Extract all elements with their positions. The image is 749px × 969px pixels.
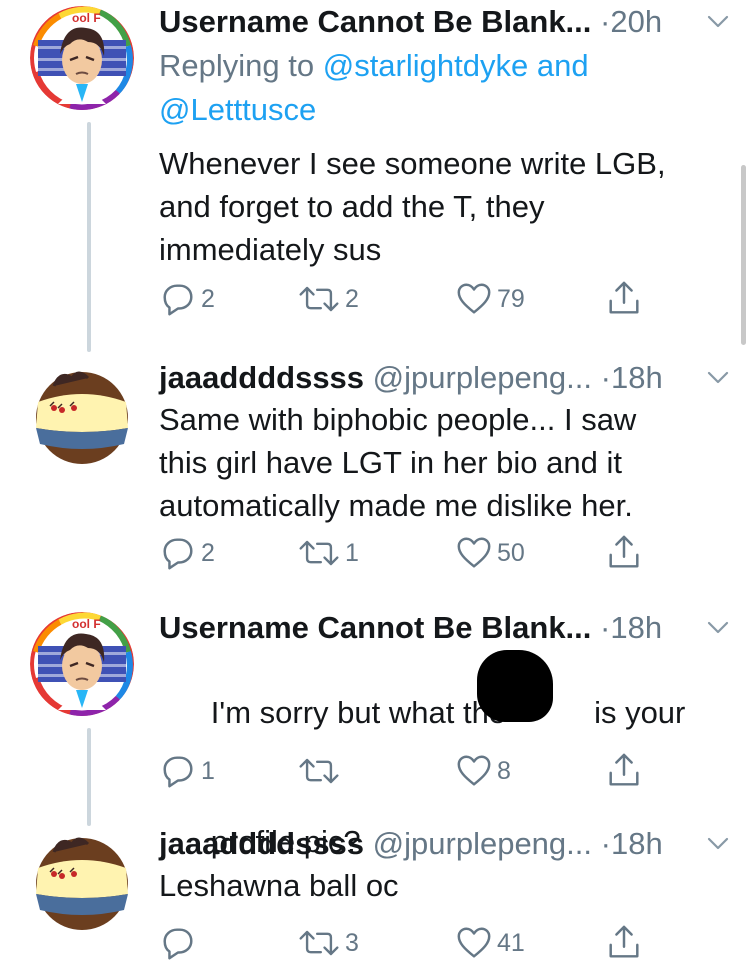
like-button[interactable]: 50: [455, 533, 525, 573]
share-button[interactable]: [605, 923, 643, 963]
retweet-button[interactable]: [297, 751, 345, 791]
display-name[interactable]: Username Cannot Be Blank...: [159, 610, 591, 645]
rainbow-avatar-image: [30, 612, 134, 716]
retweet-icon: [297, 280, 341, 318]
retweet-icon: [297, 924, 341, 962]
display-name[interactable]: jaaaddddssss: [159, 826, 364, 861]
timestamp[interactable]: ·18h: [600, 610, 662, 645]
display-name[interactable]: Username Cannot Be Blank...: [159, 4, 591, 39]
reply-icon: [159, 752, 197, 790]
reply-prefix: Replying to: [159, 48, 323, 83]
avatar[interactable]: [30, 362, 134, 466]
tweet-text-part-1: I'm sorry but what the: [210, 695, 507, 730]
avatar[interactable]: [30, 828, 134, 932]
reply-icon: [159, 534, 197, 572]
like-button[interactable]: 79: [455, 279, 525, 319]
like-button[interactable]: 41: [455, 923, 525, 963]
avatar[interactable]: [30, 6, 134, 110]
reply-and: and: [528, 48, 589, 83]
tweet-actions: 1 8: [159, 751, 699, 791]
share-button[interactable]: [605, 751, 643, 791]
reply-button[interactable]: 2: [159, 279, 215, 319]
tweet-header: jaaaddddssss @jpurplepeng... ·18h: [159, 822, 735, 866]
tweet-header: jaaaddddssss @jpurplepeng... ·18h: [159, 356, 735, 400]
share-icon: [605, 752, 643, 790]
tweet-text-part-2: is your: [594, 695, 686, 730]
share-icon: [605, 534, 643, 572]
tweet-actions: 2 1 50: [159, 533, 699, 573]
retweet-count: 1: [345, 538, 359, 567]
timestamp[interactable]: ·18h: [601, 826, 663, 861]
retweet-button[interactable]: 1: [297, 533, 359, 573]
retweet-count: 3: [345, 928, 359, 957]
reply-context-line2: @Letttusce: [159, 88, 735, 132]
thread-line: [87, 122, 91, 352]
share-button[interactable]: [605, 533, 643, 573]
like-count: 79: [497, 284, 525, 313]
redaction-mark: [477, 650, 553, 722]
tweet-actions: 2 2 79: [159, 279, 699, 319]
tweet-header: Username Cannot Be Blank... ·20h: [159, 0, 735, 44]
reply-icon: [159, 924, 197, 962]
chevron-down-icon[interactable]: [707, 370, 729, 386]
reply-button[interactable]: 2: [159, 533, 215, 573]
handle[interactable]: @jpurplepeng...: [373, 360, 592, 395]
display-name[interactable]: jaaaddddssss: [159, 360, 364, 395]
heart-icon: [455, 280, 493, 318]
chevron-down-icon[interactable]: [707, 620, 729, 636]
like-count: 8: [497, 756, 511, 785]
rainbow-avatar-image: [30, 6, 134, 110]
heart-icon: [455, 534, 493, 572]
mention-link[interactable]: @Letttusce: [159, 92, 316, 127]
tweet-text: Whenever I see someone write LGB, and fo…: [159, 146, 666, 267]
reply-button[interactable]: 1: [159, 751, 215, 791]
like-count: 50: [497, 538, 525, 567]
chevron-down-icon[interactable]: [707, 836, 729, 852]
thread-line: [87, 728, 91, 826]
timestamp[interactable]: ·20h: [600, 4, 662, 39]
tweet-actions: 3 41: [159, 923, 699, 963]
heart-icon: [455, 924, 493, 962]
like-button[interactable]: 8: [455, 751, 511, 791]
tweet-header: Username Cannot Be Blank... ·18h: [159, 606, 735, 650]
retweet-button[interactable]: 3: [297, 923, 359, 963]
ball-avatar-image: [30, 362, 134, 466]
avatar[interactable]: [30, 612, 134, 716]
share-button[interactable]: [605, 279, 643, 319]
heart-icon: [455, 752, 493, 790]
handle[interactable]: @jpurplepeng...: [373, 826, 592, 861]
chevron-down-icon[interactable]: [707, 14, 729, 30]
retweet-count: 2: [345, 284, 359, 313]
reply-count: 1: [201, 756, 215, 785]
retweet-icon: [297, 752, 341, 790]
like-count: 41: [497, 928, 525, 957]
reply-count: 2: [201, 284, 215, 313]
share-icon: [605, 924, 643, 962]
reply-context: Replying to @starlightdyke and: [159, 44, 735, 88]
retweet-button[interactable]: 2: [297, 279, 359, 319]
retweet-icon: [297, 534, 341, 572]
scrollbar[interactable]: [741, 165, 746, 345]
ball-avatar-image: [30, 828, 134, 932]
tweet-text: Leshawna ball oc: [159, 868, 399, 903]
timestamp[interactable]: ·18h: [601, 360, 663, 395]
share-icon: [605, 280, 643, 318]
reply-button[interactable]: [159, 923, 201, 963]
mention-link[interactable]: @starlightdyke: [323, 48, 529, 83]
tweet-text: Same with biphobic people... I saw this …: [159, 402, 637, 523]
reply-icon: [159, 280, 197, 318]
reply-count: 2: [201, 538, 215, 567]
